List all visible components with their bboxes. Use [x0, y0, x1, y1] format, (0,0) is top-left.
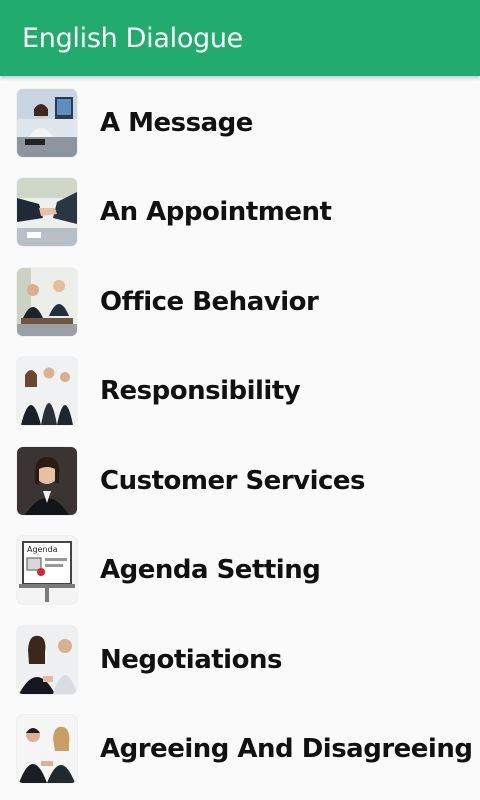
customer-service-agent-photo-icon	[17, 446, 77, 515]
list-item-label: Agenda Setting	[100, 555, 321, 586]
app-screen: English Dialogue A Message An Appointmen…	[0, 0, 480, 800]
list-item-agenda-setting[interactable]: Agenda Agenda Setting	[0, 526, 480, 616]
list-item-label: Office Behavior	[100, 286, 319, 317]
list-item-agreeing-and-disagreeing[interactable]: Agreeing And Disagreeing	[0, 705, 480, 795]
list-item-responsibility[interactable]: Responsibility	[0, 347, 480, 437]
app-bar: English Dialogue	[0, 0, 480, 76]
agree-disagree-photo-icon	[17, 715, 77, 784]
list-item-an-appointment[interactable]: An Appointment	[0, 168, 480, 258]
list-item-label: An Appointment	[100, 197, 332, 228]
list-item-label: Responsibility	[100, 376, 301, 407]
list-item-a-message[interactable]: A Message	[0, 78, 480, 168]
negotiation-photo-icon	[17, 625, 77, 694]
list-item-label: Negotiations	[100, 644, 282, 675]
phone-call-office-photo-icon	[17, 88, 77, 157]
list-item-customer-services[interactable]: Customer Services	[0, 436, 480, 526]
list-item-office-behavior[interactable]: Office Behavior	[0, 257, 480, 347]
list-item-label: Agreeing And Disagreeing	[100, 734, 473, 765]
handshake-photo-icon	[17, 178, 77, 247]
svg-text:Agenda: Agenda	[27, 545, 58, 554]
agenda-board-photo-icon: Agenda	[17, 536, 77, 605]
office-meeting-photo-icon	[17, 267, 77, 336]
app-title: English Dialogue	[22, 22, 243, 54]
list-item-label: A Message	[100, 107, 253, 138]
business-team-photo-icon	[17, 357, 77, 426]
list-item-negotiations[interactable]: Negotiations	[0, 615, 480, 705]
list-item-label: Customer Services	[100, 465, 366, 496]
lesson-list: A Message An Appointment Office Behavior…	[0, 78, 480, 794]
